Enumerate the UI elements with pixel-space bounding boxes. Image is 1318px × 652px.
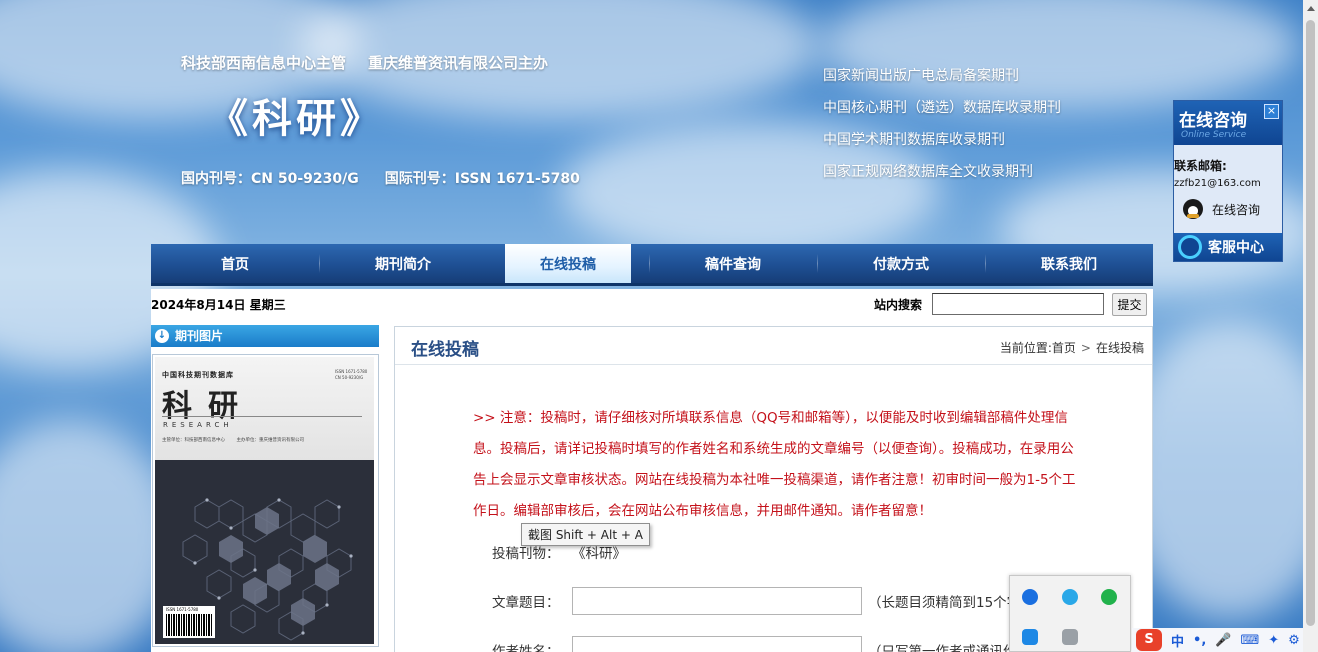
- index-item: 中国学术期刊数据库收录期刊: [823, 132, 1005, 148]
- breadcrumb: 当前位置:首页 > 在线投稿: [1000, 339, 1144, 356]
- barcode-text: ISSN 1671-5780: [166, 607, 199, 612]
- nav-payment[interactable]: 付款方式: [817, 244, 985, 283]
- keyboard-icon[interactable]: ⌨: [1240, 633, 1259, 648]
- nav-home[interactable]: 首页: [151, 244, 319, 283]
- submission-notice: >> 注意：投稿时，请仔细核对所填联系信息（QQ号和邮箱等），以便能及时收到编辑…: [473, 410, 1076, 519]
- content-header: 在线投稿 当前位置:首页 > 在线投稿: [395, 327, 1152, 365]
- article-title-label: 文章题目：: [492, 595, 560, 611]
- sponsor-supervisor: 科技部西南信息中心主管: [181, 54, 347, 72]
- service-center-label: 客服中心: [1208, 240, 1264, 256]
- skin-icon[interactable]: ✦: [1268, 633, 1279, 648]
- header-issn: 国内刊号：CN 50-9230/G 国际刊号：ISSN 1671-5780: [181, 168, 580, 188]
- wechat-icon[interactable]: [1101, 589, 1117, 605]
- form-row-author: 作者姓名： （只写第一作者或通讯作: [492, 636, 1017, 652]
- nav-contact[interactable]: 联系我们: [985, 244, 1153, 283]
- author-name-input[interactable]: [572, 636, 862, 652]
- service-subtitle: Online Service: [1181, 130, 1247, 140]
- form-row-title: 文章题目： （长题目须精简到15个字: [492, 587, 1020, 615]
- close-icon[interactable]: ×: [1264, 104, 1279, 119]
- article-title-input[interactable]: [572, 587, 862, 615]
- date-bar: 2024年8月14日 星期三 站内搜索 提交: [151, 289, 1153, 319]
- page-scrollbar[interactable]: [1303, 0, 1318, 652]
- content-title: 在线投稿: [411, 340, 479, 360]
- toolbox-icon[interactable]: ⚙: [1288, 633, 1300, 648]
- bluetooth-icon[interactable]: [1022, 589, 1038, 605]
- index-item: 国家新闻出版广电总局备案期刊: [823, 68, 1019, 84]
- index-list: 国家新闻出版广电总局备案期刊 中国核心期刊（遴选）数据库收录期刊 中国学术期刊数…: [823, 66, 1061, 194]
- author-name-hint: （只写第一作者或通讯作: [868, 644, 1017, 652]
- qq-consult-label: 在线咨询: [1212, 202, 1261, 217]
- qq-consult-link[interactable]: 在线咨询: [1183, 199, 1260, 219]
- service-center-button[interactable]: 客服中心: [1174, 233, 1282, 261]
- nav-manuscript-query[interactable]: 稿件查询: [649, 244, 817, 283]
- service-mail-label: 联系邮箱:: [1174, 159, 1227, 173]
- header-sponsors: 科技部西南信息中心主管 重庆维普资讯有限公司主办: [181, 52, 548, 73]
- qq-penguin-icon: [1183, 199, 1203, 219]
- journal-logo: 《科研》: [208, 95, 384, 142]
- journal-cover-image[interactable]: 中国科技期刊数据库 ISSN 1671-5780 CN 50-9230/G 科研…: [155, 357, 374, 644]
- issn-number: 国际刊号：ISSN 1671-5780: [384, 171, 580, 187]
- cover-barcode: ISSN 1671-5780: [163, 606, 215, 638]
- site-search-input[interactable]: [932, 293, 1104, 315]
- hexagon-pattern-graphic: [182, 498, 353, 641]
- ime-punctuation[interactable]: •,: [1193, 633, 1206, 648]
- search-submit-button[interactable]: 提交: [1112, 293, 1147, 316]
- current-date: 2024年8月14日 星期三: [151, 298, 286, 312]
- index-item: 国家正规网络数据库全文收录期刊: [823, 164, 1033, 180]
- screenshot-tooltip: 截图 Shift + Alt + A: [521, 523, 650, 546]
- nav-online-submission[interactable]: 在线投稿: [505, 244, 631, 283]
- cn-number: 国内刊号：CN 50-9230/G: [181, 171, 359, 187]
- breadcrumb-separator: >: [1080, 341, 1091, 355]
- breadcrumb-current[interactable]: 在线投稿: [1096, 341, 1144, 355]
- breadcrumb-home[interactable]: 首页: [1052, 341, 1076, 355]
- sogou-ime-icon[interactable]: S: [1136, 629, 1162, 651]
- service-header: 在线咨询 Online Service ×: [1174, 101, 1282, 145]
- index-item: 中国核心期刊（遴选）数据库收录期刊: [823, 100, 1061, 116]
- author-name-label: 作者姓名：: [492, 644, 560, 652]
- ime-toolbar: S 中 •, 🎤 ⌨ ✦ ⚙: [1132, 628, 1318, 652]
- system-tray-popup: [1009, 575, 1131, 652]
- vpn-icon[interactable]: [1062, 629, 1078, 645]
- search-label: 站内搜索: [874, 298, 923, 312]
- cover-frame: 中国科技期刊数据库 ISSN 1671-5780 CN 50-9230/G 科研…: [152, 354, 379, 647]
- sponsor-organizer: 重庆维普资讯有限公司主办: [368, 54, 549, 72]
- nav-journal-intro[interactable]: 期刊简介: [319, 244, 487, 283]
- search-tool-icon[interactable]: [1062, 589, 1078, 605]
- sidebar-title-text: 期刊图片: [175, 329, 224, 343]
- online-service-widget: 在线咨询 Online Service × 联系邮箱: zzfb21@163.c…: [1173, 100, 1283, 262]
- breadcrumb-prefix: 当前位置:: [999, 341, 1052, 355]
- headset-icon: [1178, 235, 1202, 259]
- article-title-hint: （长题目须精简到15个字: [868, 595, 1021, 611]
- scrollbar-thumb[interactable]: [1306, 20, 1315, 626]
- arrow-down-icon: ↓: [155, 328, 169, 343]
- service-mail[interactable]: zzfb21@163.com: [1174, 178, 1261, 189]
- microphone-icon[interactable]: 🎤: [1215, 633, 1231, 648]
- scroll-up-icon[interactable]: [1307, 6, 1315, 11]
- sidebar-title: ↓ 期刊图片: [151, 325, 379, 347]
- main-nav: 首页 期刊简介 在线投稿 稿件查询 付款方式 联系我们: [151, 244, 1153, 286]
- service-title: 在线咨询: [1179, 111, 1247, 131]
- ime-language[interactable]: 中: [1171, 631, 1184, 650]
- cloud-drive-icon[interactable]: [1022, 629, 1038, 645]
